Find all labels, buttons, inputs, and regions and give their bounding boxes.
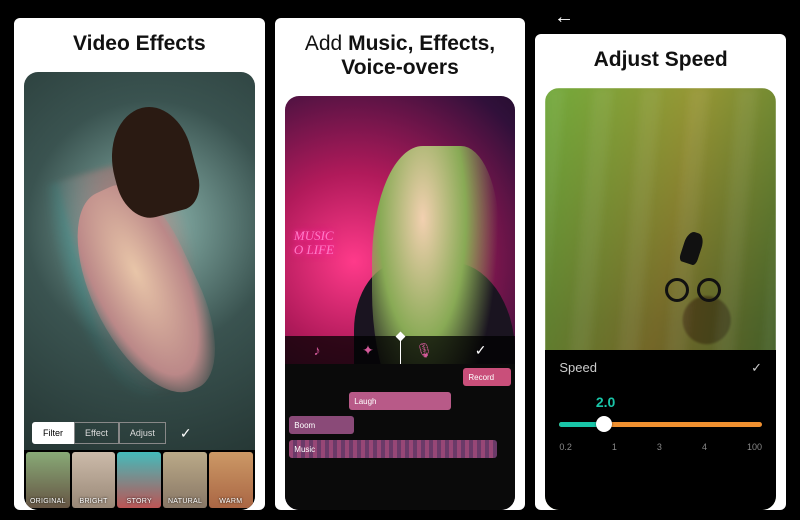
neon-line1: MUSIC (294, 229, 334, 243)
tick: 100 (747, 442, 762, 452)
filter-thumb-warm[interactable]: WARM (209, 452, 253, 508)
filter-thumb-natural[interactable]: NATURAL (163, 452, 207, 508)
heading-music-effects: Add Music, Effects, Voice-overs (275, 18, 526, 86)
speed-label: Speed (559, 360, 597, 375)
tab-filter[interactable]: Filter (32, 422, 74, 444)
effect-tab-row: Filter Effect Adjust ✓ (32, 422, 192, 444)
panel-adjust-speed: Adjust Speed Speed ✓ 2.0 (535, 34, 786, 510)
tick: 3 (657, 442, 662, 452)
track-record[interactable]: Record (463, 368, 511, 386)
music-note-icon[interactable]: ♪ (313, 342, 320, 358)
tick: 0.2 (559, 442, 572, 452)
filter-label: STORY (127, 498, 152, 508)
filter-thumb-story[interactable]: STORY (117, 452, 161, 508)
timeline-tracks: Record Laugh Boom Music (285, 364, 516, 510)
tab-effect[interactable]: Effect (74, 422, 119, 444)
confirm-audio-icon[interactable]: ✓ (475, 342, 487, 359)
tab-adjust[interactable]: Adjust (119, 422, 166, 444)
heading-adjust-speed: Adjust Speed (535, 34, 786, 78)
neon-line2: O LIFE (294, 243, 334, 257)
speed-slider[interactable] (559, 416, 762, 432)
speed-controls: Speed ✓ 2.0 0.2 1 3 4 100 (545, 350, 776, 510)
filter-label: ORIGINAL (30, 498, 66, 508)
heading-light: Add (305, 32, 348, 55)
panel-video-effects: Video Effects Filter Effect Adjust ✓ ORI… (14, 18, 265, 510)
cyclist-silhouette (665, 232, 725, 302)
heading-bold: Music, Effects, Voice-overs (341, 32, 495, 79)
confirm-effects-icon[interactable]: ✓ (180, 425, 192, 442)
neon-sign: MUSIC O LIFE (294, 229, 334, 258)
slider-thumb[interactable] (596, 416, 612, 432)
speed-header: Speed ✓ (559, 360, 762, 376)
microphone-icon[interactable]: 🎙 (415, 342, 433, 359)
filter-thumb-bright[interactable]: BRIGHT (72, 452, 116, 508)
confirm-speed-icon[interactable]: ✓ (751, 360, 762, 376)
panel-music-effects: Add Music, Effects, Voice-overs MUSIC O … (275, 18, 526, 510)
back-icon[interactable]: ← (554, 6, 574, 29)
filter-label: WARM (219, 498, 242, 508)
preview-music: MUSIC O LIFE ♪ ✦ 🎙 ✓ Record Laugh Boom M… (285, 96, 516, 510)
filter-label: BRIGHT (79, 498, 107, 508)
panels-row: Video Effects Filter Effect Adjust ✓ ORI… (0, 0, 800, 520)
track-boom[interactable]: Boom (289, 416, 354, 434)
preview-video-effects: Filter Effect Adjust ✓ ORIGINAL BRIGHT S… (24, 72, 255, 510)
speed-value: 2.0 (596, 394, 762, 410)
track-music[interactable]: Music (289, 440, 497, 458)
tick: 4 (702, 442, 707, 452)
effect-star-icon[interactable]: ✦ (362, 342, 374, 359)
preview-speed: Speed ✓ 2.0 0.2 1 3 4 100 (545, 88, 776, 510)
filter-thumb-row: ORIGINAL BRIGHT STORY NATURAL WARM (24, 450, 255, 510)
track-laugh[interactable]: Laugh (349, 392, 450, 410)
heading-video-effects: Video Effects (14, 18, 265, 62)
filter-thumb-original[interactable]: ORIGINAL (26, 452, 70, 508)
slider-ticks: 0.2 1 3 4 100 (559, 442, 762, 452)
tick: 1 (612, 442, 617, 452)
filter-label: NATURAL (168, 498, 202, 508)
